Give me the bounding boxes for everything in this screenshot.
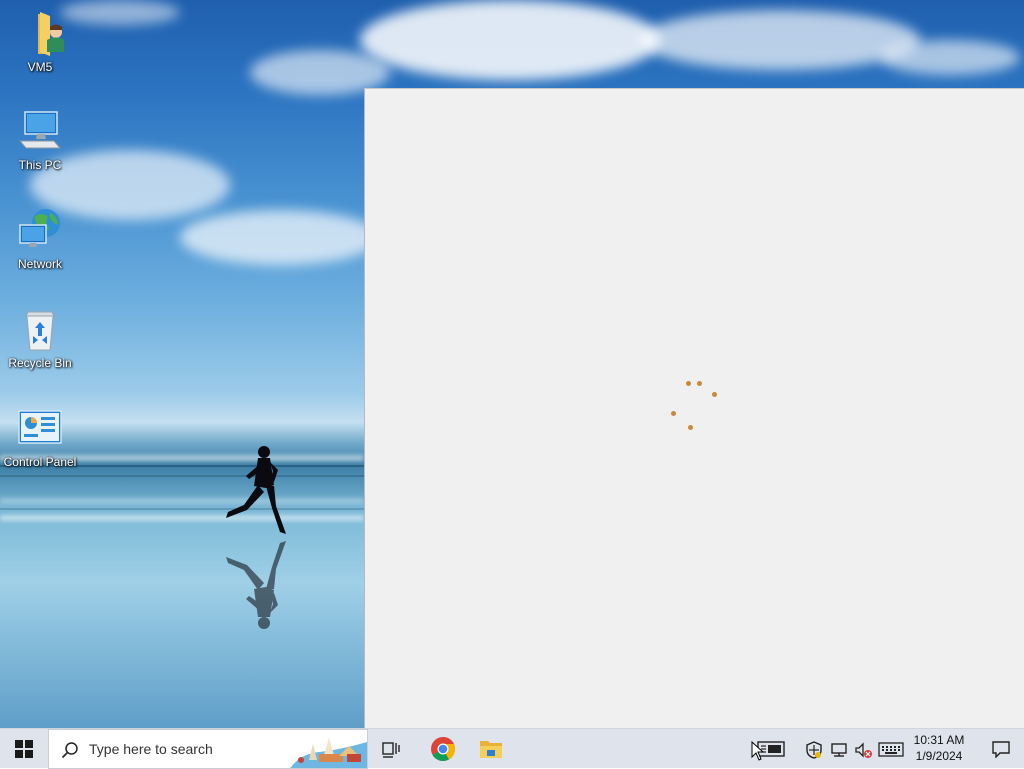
windows-logo-icon <box>15 740 33 758</box>
control-panel-icon <box>18 410 62 444</box>
computer-icon <box>18 111 62 149</box>
desktop-icon-label: This PC <box>18 158 62 172</box>
keyboard-icon[interactable] <box>878 742 904 758</box>
loading-spinner-icon <box>670 381 720 433</box>
taskbar: Type here to search 10:31 AM 1/9/2024 <box>0 728 1024 769</box>
start-button[interactable] <box>0 729 48 769</box>
search-box[interactable]: Type here to search <box>48 729 368 769</box>
search-highlight-icon[interactable] <box>289 730 367 769</box>
desktop-icon-label: Recycle Bin <box>8 356 72 370</box>
file-explorer-button[interactable] <box>467 729 515 769</box>
search-placeholder: Type here to search <box>89 741 213 757</box>
chrome-icon <box>431 737 456 762</box>
action-center-button[interactable] <box>978 729 1024 769</box>
desktop-icon-label: VM5 <box>27 60 53 74</box>
mouse-cursor-icon <box>751 741 765 761</box>
desktop-icon-control-panel[interactable]: Control Panel <box>0 405 80 469</box>
loading-app-window[interactable] <box>364 88 1024 728</box>
network-tray-icon[interactable] <box>830 741 848 759</box>
desktop-icon-vm5[interactable]: VM5 <box>0 10 80 74</box>
desktop-icon-this-pc[interactable]: This PC <box>0 108 80 172</box>
security-icon[interactable] <box>806 741 822 759</box>
volume-muted-icon[interactable] <box>854 741 874 759</box>
chrome-button[interactable] <box>419 729 467 769</box>
recycle-bin-icon <box>25 311 55 351</box>
network-icon <box>19 209 60 247</box>
desktop-icon-recycle-bin[interactable]: Recycle Bin <box>0 306 80 370</box>
search-icon <box>61 742 78 759</box>
runner-silhouette <box>226 446 286 534</box>
user-folder-icon <box>38 12 64 56</box>
desktop-icon-label: Control Panel <box>3 455 77 469</box>
desktop-icon-network[interactable]: Network <box>0 207 80 271</box>
desktop-icon-label: Network <box>17 257 62 271</box>
task-view-button[interactable] <box>368 729 416 769</box>
clock-date: 1/9/2024 <box>915 749 963 763</box>
clock-time: 10:31 AM <box>913 733 965 747</box>
runner-reflection <box>226 541 286 629</box>
file-explorer-icon <box>480 741 502 758</box>
task-view-icon <box>382 742 400 758</box>
system-clock[interactable]: 10:31 AM 1/9/2024 <box>906 732 972 764</box>
action-center-icon <box>992 741 1010 758</box>
